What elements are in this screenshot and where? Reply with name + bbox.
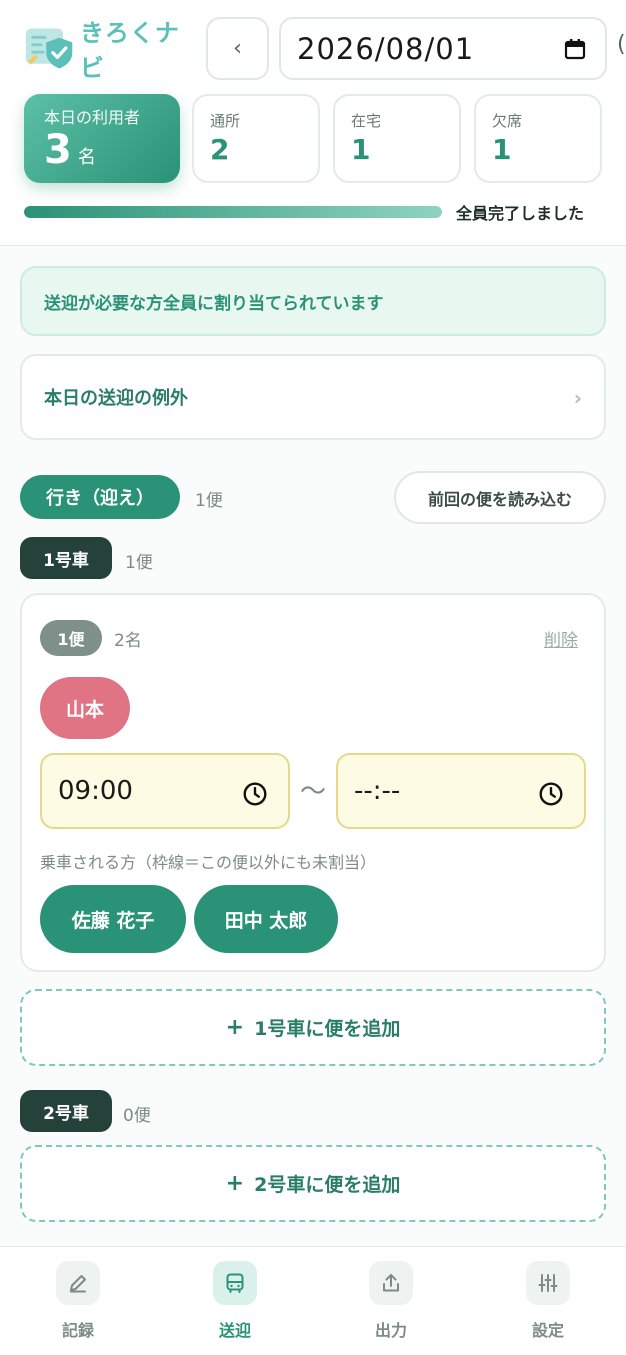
add-trip-vehicle-1-button[interactable]: + 1号車に便を追加 <box>20 989 606 1066</box>
notice-text: 送迎が必要な方全員に割り当てられています <box>44 293 384 314</box>
trip-people-count: 2名 <box>114 631 142 651</box>
tab-transport[interactable]: 送迎 <box>190 1261 280 1345</box>
pencil-icon <box>56 1261 100 1305</box>
vehicle-trip-count: 1便 <box>125 553 153 573</box>
add-trip-vehicle-2-button[interactable]: + 2号車に便を追加 <box>20 1145 606 1222</box>
add-trip-label: 1号車に便を追加 <box>254 1018 401 1040</box>
end-time-input[interactable]: --:-- <box>336 753 586 829</box>
vehicle-trip-count: 0便 <box>123 1106 151 1126</box>
stat-label: 通所 <box>210 112 241 130</box>
next-date-button-edge[interactable]: ( <box>617 32 626 57</box>
progress-bar <box>24 206 442 218</box>
riders-label: 乗車される方（枠線＝この便以外にも未割当） <box>40 853 377 872</box>
calendar-icon[interactable] <box>563 37 587 61</box>
direction-trip-count: 1便 <box>195 491 223 511</box>
app-logo-icon <box>25 28 73 69</box>
tab-label: 記録 <box>61 1321 94 1340</box>
bottom-tab-bar: 記録 送迎 出力 設定 <box>0 1246 626 1355</box>
app-name: きろくナビ <box>79 19 180 82</box>
time-range-separator: 〜 <box>300 777 327 807</box>
bus-icon <box>213 1261 257 1305</box>
stat-total-unit: 名 <box>77 147 96 168</box>
tab-label: 設定 <box>531 1321 564 1340</box>
direction-pickup-pill[interactable]: 行き（迎え） <box>20 475 180 519</box>
app-logo[interactable]: きろくナビ <box>24 19 196 82</box>
assignment-notice: 送迎が必要な方全員に割り当てられています <box>20 266 606 336</box>
stat-label: 欠席 <box>492 112 523 130</box>
rider-chip[interactable]: 佐藤 花子 <box>40 885 186 953</box>
tab-label: 送迎 <box>218 1321 251 1340</box>
sliders-icon <box>526 1261 570 1305</box>
trip-label: 1便 <box>57 630 85 649</box>
trip-tag: 1便 <box>40 620 102 656</box>
stat-value: 1 <box>492 133 512 166</box>
clock-icon[interactable] <box>538 781 564 807</box>
header: きろくナビ ‹ 2026/08/01 ( 本日の利用者 3名 通所 2 在宅 1… <box>0 0 626 246</box>
exception-label: 本日の送迎の例外 <box>44 388 188 409</box>
upload-icon <box>369 1261 413 1305</box>
driver-name: 山本 <box>65 698 104 721</box>
prev-date-button[interactable]: ‹ <box>206 17 269 80</box>
vehicle-tag-1: 1号車 <box>20 537 112 579</box>
rider-chip[interactable]: 田中 太郎 <box>194 885 338 953</box>
chevron-left-icon: ‹ <box>233 36 242 61</box>
progress-fill <box>24 206 442 218</box>
stat-attending: 通所 2 <box>192 94 320 183</box>
stat-home: 在宅 1 <box>333 94 461 183</box>
load-previous-trips-button[interactable]: 前回の便を読み込む <box>394 471 606 524</box>
tab-settings[interactable]: 設定 <box>503 1261 593 1345</box>
stat-label: 在宅 <box>351 112 382 130</box>
start-time-value: 09:00 <box>58 776 133 806</box>
chevron-right-icon: › <box>573 386 582 410</box>
date-input[interactable]: 2026/08/01 <box>279 17 607 80</box>
plus-icon: + <box>225 1171 245 1196</box>
delete-trip-link[interactable]: 削除 <box>544 626 578 651</box>
rider-name: 佐藤 花子 <box>71 909 155 932</box>
clock-icon[interactable] <box>242 781 268 807</box>
rider-name: 田中 太郎 <box>224 909 308 932</box>
end-time-value: --:-- <box>354 776 401 806</box>
start-time-input[interactable]: 09:00 <box>40 753 290 829</box>
stat-total-label: 本日の利用者 <box>44 108 141 127</box>
driver-chip[interactable]: 山本 <box>40 677 130 739</box>
direction-label: 行き（迎え） <box>46 488 154 509</box>
vehicle-label: 1号車 <box>43 550 89 571</box>
date-value: 2026/08/01 <box>297 31 475 66</box>
trip-card: 1便 2名 削除 山本 09:00 〜 --:-- 乗車される方（枠線＝この便以… <box>20 593 606 972</box>
stat-total-users: 本日の利用者 3名 <box>24 94 180 183</box>
vehicle-tag-2: 2号車 <box>20 1090 112 1132</box>
vehicle-label: 2号車 <box>43 1103 89 1124</box>
stat-value: 1 <box>351 133 371 166</box>
stat-value: 2 <box>210 133 230 166</box>
daily-exception-row[interactable]: 本日の送迎の例外 › <box>20 354 606 440</box>
tab-export[interactable]: 出力 <box>346 1261 436 1345</box>
tab-records[interactable]: 記録 <box>33 1261 123 1345</box>
load-previous-label: 前回の便を読み込む <box>427 489 572 509</box>
stat-absent: 欠席 1 <box>474 94 602 183</box>
add-trip-label: 2号車に便を追加 <box>254 1174 401 1196</box>
plus-icon: + <box>225 1015 245 1040</box>
tab-label: 出力 <box>374 1321 407 1340</box>
stat-total-value: 3 <box>44 127 72 173</box>
progress-status: 全員完了しました <box>456 204 585 223</box>
